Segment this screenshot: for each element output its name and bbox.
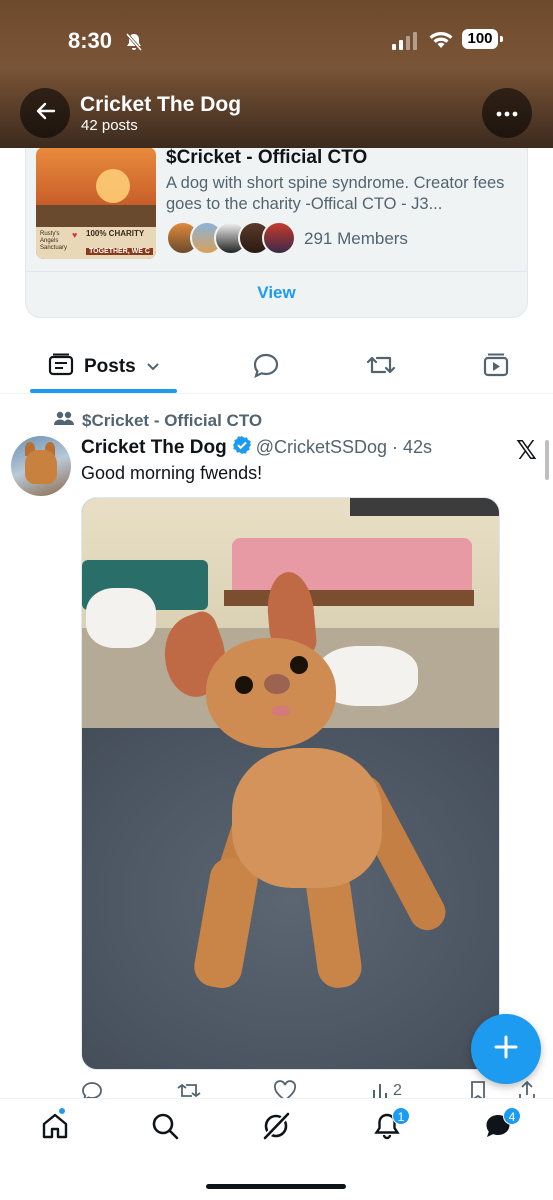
nav-home[interactable] <box>38 1111 72 1145</box>
photo-dog-tongue <box>272 706 290 716</box>
views-icon[interactable] <box>371 1080 391 1100</box>
member-avatar <box>262 221 296 255</box>
community-description: A dog with short spine syndrome. Creator… <box>166 174 505 213</box>
reply-icon[interactable] <box>81 1080 103 1100</box>
repost-icon <box>366 352 396 383</box>
search-icon <box>150 1111 180 1146</box>
nav-grok[interactable] <box>259 1111 293 1145</box>
status-bar: 8:30 100 <box>0 28 553 54</box>
post-count: 42 posts <box>81 117 138 134</box>
media-video-icon <box>482 352 510 383</box>
divider <box>26 271 527 272</box>
thumbnail-tagline-text: TOGETHER, WE C <box>86 248 153 255</box>
community-title[interactable]: $Cricket - Official CTO <box>166 147 367 169</box>
tab-reposts[interactable] <box>366 352 396 382</box>
thumbnail-sanctuary-text: Rusty's Angels Sanctuary <box>40 231 68 251</box>
heart-icon: ♥ <box>72 230 78 240</box>
active-tab-indicator <box>30 389 177 393</box>
compose-post-button[interactable] <box>471 1014 541 1084</box>
profile-header: 8:30 100 Cricket The Dog 42 posts <box>0 0 553 148</box>
back-button[interactable] <box>20 88 70 138</box>
community-card[interactable]: Rusty's Angels Sanctuary ♥ 100% CHARITY … <box>25 118 528 318</box>
repost-action-icon[interactable] <box>177 1080 201 1100</box>
wifi-icon <box>428 30 454 55</box>
home-new-dot <box>58 1107 66 1115</box>
tweet-text: Good morning fwends! <box>81 463 263 483</box>
profile-tabs: Posts <box>0 338 553 394</box>
plus-icon <box>493 1034 519 1065</box>
home-icon <box>40 1111 70 1146</box>
photo-dog-eye <box>290 656 308 674</box>
scrollbar[interactable] <box>545 440 549 480</box>
status-time: 8:30 <box>68 28 113 53</box>
like-icon[interactable] <box>273 1080 297 1100</box>
tweet-handle-time: @CricketSSDog · 42s <box>255 437 433 457</box>
photo-dog-body <box>232 748 382 888</box>
more-options-button[interactable] <box>482 88 532 138</box>
tweet-actions: 2 <box>81 1080 541 1100</box>
thumbnail-ground <box>36 205 156 227</box>
photo-couch-base <box>224 590 474 606</box>
nav-search[interactable] <box>148 1111 182 1145</box>
share-icon[interactable] <box>517 1080 537 1100</box>
view-community-button[interactable]: View <box>26 283 527 303</box>
ellipsis-icon <box>496 104 518 122</box>
tab-posts[interactable]: Posts <box>48 352 160 382</box>
photo-dog-nose <box>264 674 290 694</box>
thumbnail-charity-text: 100% CHARITY <box>86 229 145 238</box>
posts-icon <box>48 353 74 382</box>
grok-icon <box>261 1111 291 1146</box>
profile-name: Cricket The Dog <box>80 93 242 116</box>
tweet-header: Cricket The Dog @CricketSSDog · 42s <box>81 435 432 460</box>
photo-dog-eye <box>235 676 253 694</box>
tweet-community-name: $Cricket - Official CTO <box>82 410 263 430</box>
tweet-community-context[interactable]: $Cricket - Official CTO <box>54 410 262 431</box>
messages-badge: 4 <box>503 1107 521 1125</box>
photo-window <box>350 498 499 516</box>
silent-bell-icon <box>124 32 144 57</box>
tweet-photo[interactable] <box>81 497 500 1070</box>
member-count: 291 Members <box>304 229 408 248</box>
tab-media[interactable] <box>482 352 510 382</box>
notifications-badge: 1 <box>392 1107 410 1125</box>
x-logo-icon: 𝕏 <box>516 435 537 465</box>
tweet-author-name[interactable]: Cricket The Dog <box>81 437 227 459</box>
battery-tip <box>500 36 503 42</box>
verified-badge-icon <box>232 435 252 460</box>
tweet-author-avatar[interactable] <box>11 436 71 496</box>
photo-white-dog <box>86 588 156 648</box>
cell-signal-icon <box>392 32 418 55</box>
home-indicator <box>206 1184 346 1189</box>
tab-posts-label: Posts <box>84 356 136 377</box>
community-thumbnail: Rusty's Angels Sanctuary ♥ 100% CHARITY … <box>36 147 156 259</box>
arrow-left-icon <box>34 100 56 127</box>
avatar-dog <box>25 450 57 484</box>
battery-indicator: 100 <box>462 29 498 49</box>
people-icon <box>54 410 74 431</box>
chevron-down-icon <box>146 358 160 376</box>
thumbnail-sun <box>96 169 130 203</box>
tab-replies[interactable] <box>252 352 280 382</box>
reply-bubble-icon <box>252 352 280 383</box>
bookmark-icon[interactable] <box>469 1080 487 1100</box>
